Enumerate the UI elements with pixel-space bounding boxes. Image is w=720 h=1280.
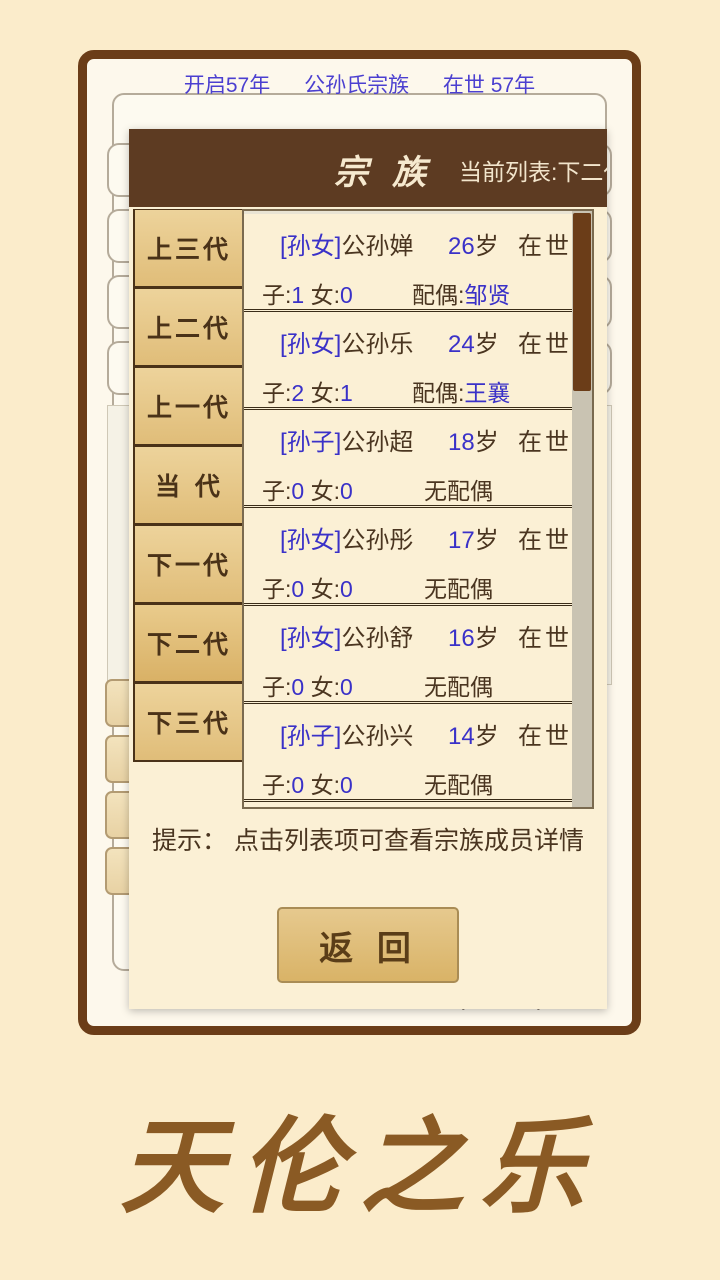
- member-row[interactable]: [孙子]公孙超 18岁 在世子:0 女:0 无配偶: [244, 410, 572, 508]
- background-clan-header: 开启57年 公孙氏宗族 在世 57年: [87, 69, 632, 99]
- member-age: 26岁: [448, 233, 499, 260]
- member-relation: [孙子]: [280, 429, 342, 456]
- member-relation: [孙女]: [280, 331, 342, 358]
- member-given-name: 公孙舒: [341, 625, 414, 652]
- member-given-name: 公孙兴: [341, 723, 414, 750]
- member-name: [孙女]公孙乐: [280, 324, 413, 359]
- member-children-count: 子:2 女:1: [262, 380, 353, 406]
- member-children-count: 子:1 女:0: [262, 282, 353, 308]
- member-row-secondary: 子:0 女:0 无配偶: [244, 668, 572, 700]
- member-status: 在世: [518, 429, 572, 456]
- member-children-count: 子:0 女:0: [262, 674, 353, 700]
- member-row-primary: [孙子]公孙兴 14岁 在世: [244, 716, 572, 750]
- member-row-secondary: 子:0 女:0 无配偶: [244, 766, 572, 798]
- member-row[interactable]: [孙女]公孙婵 26岁 在世子:1 女:0 配偶:邹贤: [244, 214, 572, 312]
- member-spouse: 配偶:王襄: [412, 380, 511, 406]
- member-spouse: 无配偶: [424, 478, 493, 504]
- member-row-primary: [孙女]公孙舒 16岁 在世: [244, 618, 572, 652]
- generation-button-6[interactable]: 下三代: [133, 683, 245, 762]
- generation-button-3[interactable]: 当 代: [133, 446, 245, 525]
- member-name: [孙女]公孙舒: [280, 618, 413, 653]
- background-header-right: 在世 57年: [442, 74, 536, 97]
- member-row[interactable]: [孙女]公孙乐 24岁 在世子:2 女:1 配偶:王襄: [244, 312, 572, 410]
- member-children-count: 子:0 女:0: [262, 576, 353, 602]
- member-name: [孙女]公孙彤: [280, 520, 413, 555]
- member-row-primary: [孙女]公孙乐 24岁 在世: [244, 324, 572, 358]
- member-given-name: 公孙乐: [341, 331, 414, 358]
- member-age: 14岁: [448, 723, 499, 750]
- app-brand-title: 天伦之乐: [119, 1105, 600, 1228]
- generation-sidebar: 上三代 上二代 上一代当 代下一代 下二代 下三代: [133, 209, 245, 762]
- member-list-panel: [孙女]公孙婵 26岁 在世 子:1 女:0 配偶:邹贤 [孙女]公孙乐 24岁 在世 子:2 …: [242, 209, 594, 809]
- generation-button-2[interactable]: 上一代: [133, 367, 245, 446]
- member-row-secondary: 子:0 女:0 无配偶: [244, 570, 572, 602]
- list-scrollbar-track[interactable]: [572, 211, 592, 807]
- member-row-primary: [孙女]公孙彤 17岁 在世: [244, 520, 572, 554]
- member-list[interactable]: [孙女]公孙婵 26岁 在世 子:1 女:0 配偶:邹贤 [孙女]公孙乐 24岁 在世 子:2 …: [244, 211, 572, 807]
- member-row-primary: [孙子]公孙超 18岁 在世: [244, 422, 572, 456]
- member-status: 在世: [518, 625, 572, 652]
- member-row-primary: [孙女]公孙婵 26岁 在世: [244, 226, 572, 260]
- member-status: 在世: [518, 527, 572, 554]
- hint-text: 提示： 点击列表项可查看宗族成员详情: [152, 827, 584, 855]
- generation-button-4[interactable]: 下一代: [133, 525, 245, 604]
- member-name: [孙女]公孙婵: [280, 226, 413, 261]
- device-frame: 开启57年 公孙氏宗族 在世 57年 《我的宗族》 版本号:1.0.0(测试版)…: [78, 50, 641, 1035]
- modal-title: 宗 族: [334, 153, 432, 193]
- clan-modal: 宗 族 当前列表:下二代 上三代上二代上一代当 代下一代下二代下三代 [孙女]公…: [129, 129, 607, 1009]
- member-row[interactable]: [孙女]公孙舒 16岁 在世子:0 女:0 无配偶: [244, 606, 572, 704]
- generation-button-5[interactable]: 下二代: [133, 604, 245, 683]
- member-row[interactable]: [孙女]公孙彤 17岁 在世子:0 女:0 无配偶: [244, 508, 572, 606]
- member-given-name: 公孙彤: [341, 527, 414, 554]
- member-row-secondary: 子:0 女:0 无配偶: [244, 472, 572, 504]
- member-given-name: 公孙婵: [341, 233, 414, 260]
- back-button[interactable]: 返 回: [277, 907, 459, 983]
- member-spouse: 配偶:邹贤: [412, 282, 511, 308]
- generation-button-0[interactable]: 上三代: [133, 209, 245, 288]
- list-scrollbar-thumb[interactable]: [573, 213, 591, 391]
- current-list-label: 当前列表:下二代: [459, 159, 607, 185]
- member-spouse: 无配偶: [424, 576, 493, 602]
- member-name: [孙子]公孙超: [280, 422, 413, 457]
- member-status: 在世: [518, 723, 572, 750]
- member-age: 16岁: [448, 625, 499, 652]
- member-row-secondary: 子:2 女:1 配偶:王襄: [244, 374, 572, 406]
- member-name: [孙子]公孙兴: [280, 716, 413, 751]
- member-status: 在世: [518, 233, 572, 260]
- member-status: 在世: [518, 331, 572, 358]
- member-children-count: 子:0 女:0: [262, 478, 353, 504]
- member-age: 18岁: [448, 429, 499, 456]
- member-row-secondary: 子:1 女:0 配偶:邹贤: [244, 276, 572, 308]
- background-header-center: 公孙氏宗族: [304, 74, 410, 97]
- member-relation: [孙女]: [280, 527, 342, 554]
- member-given-name: 公孙超: [341, 429, 414, 456]
- generation-button-1[interactable]: 上二代: [133, 288, 245, 367]
- member-spouse: 无配偶: [424, 674, 493, 700]
- member-spouse: 无配偶: [424, 772, 493, 798]
- background-header-left: 开启57年: [183, 74, 271, 97]
- member-children-count: 子:0 女:0: [262, 772, 353, 798]
- member-row[interactable]: [孙子]公孙兴 14岁 在世子:0 女:0 无配偶: [244, 704, 572, 802]
- member-relation: [孙女]: [280, 625, 342, 652]
- member-relation: [孙子]: [280, 723, 342, 750]
- member-age: 24岁: [448, 331, 499, 358]
- member-age: 17岁: [448, 527, 499, 554]
- member-relation: [孙女]: [280, 233, 342, 260]
